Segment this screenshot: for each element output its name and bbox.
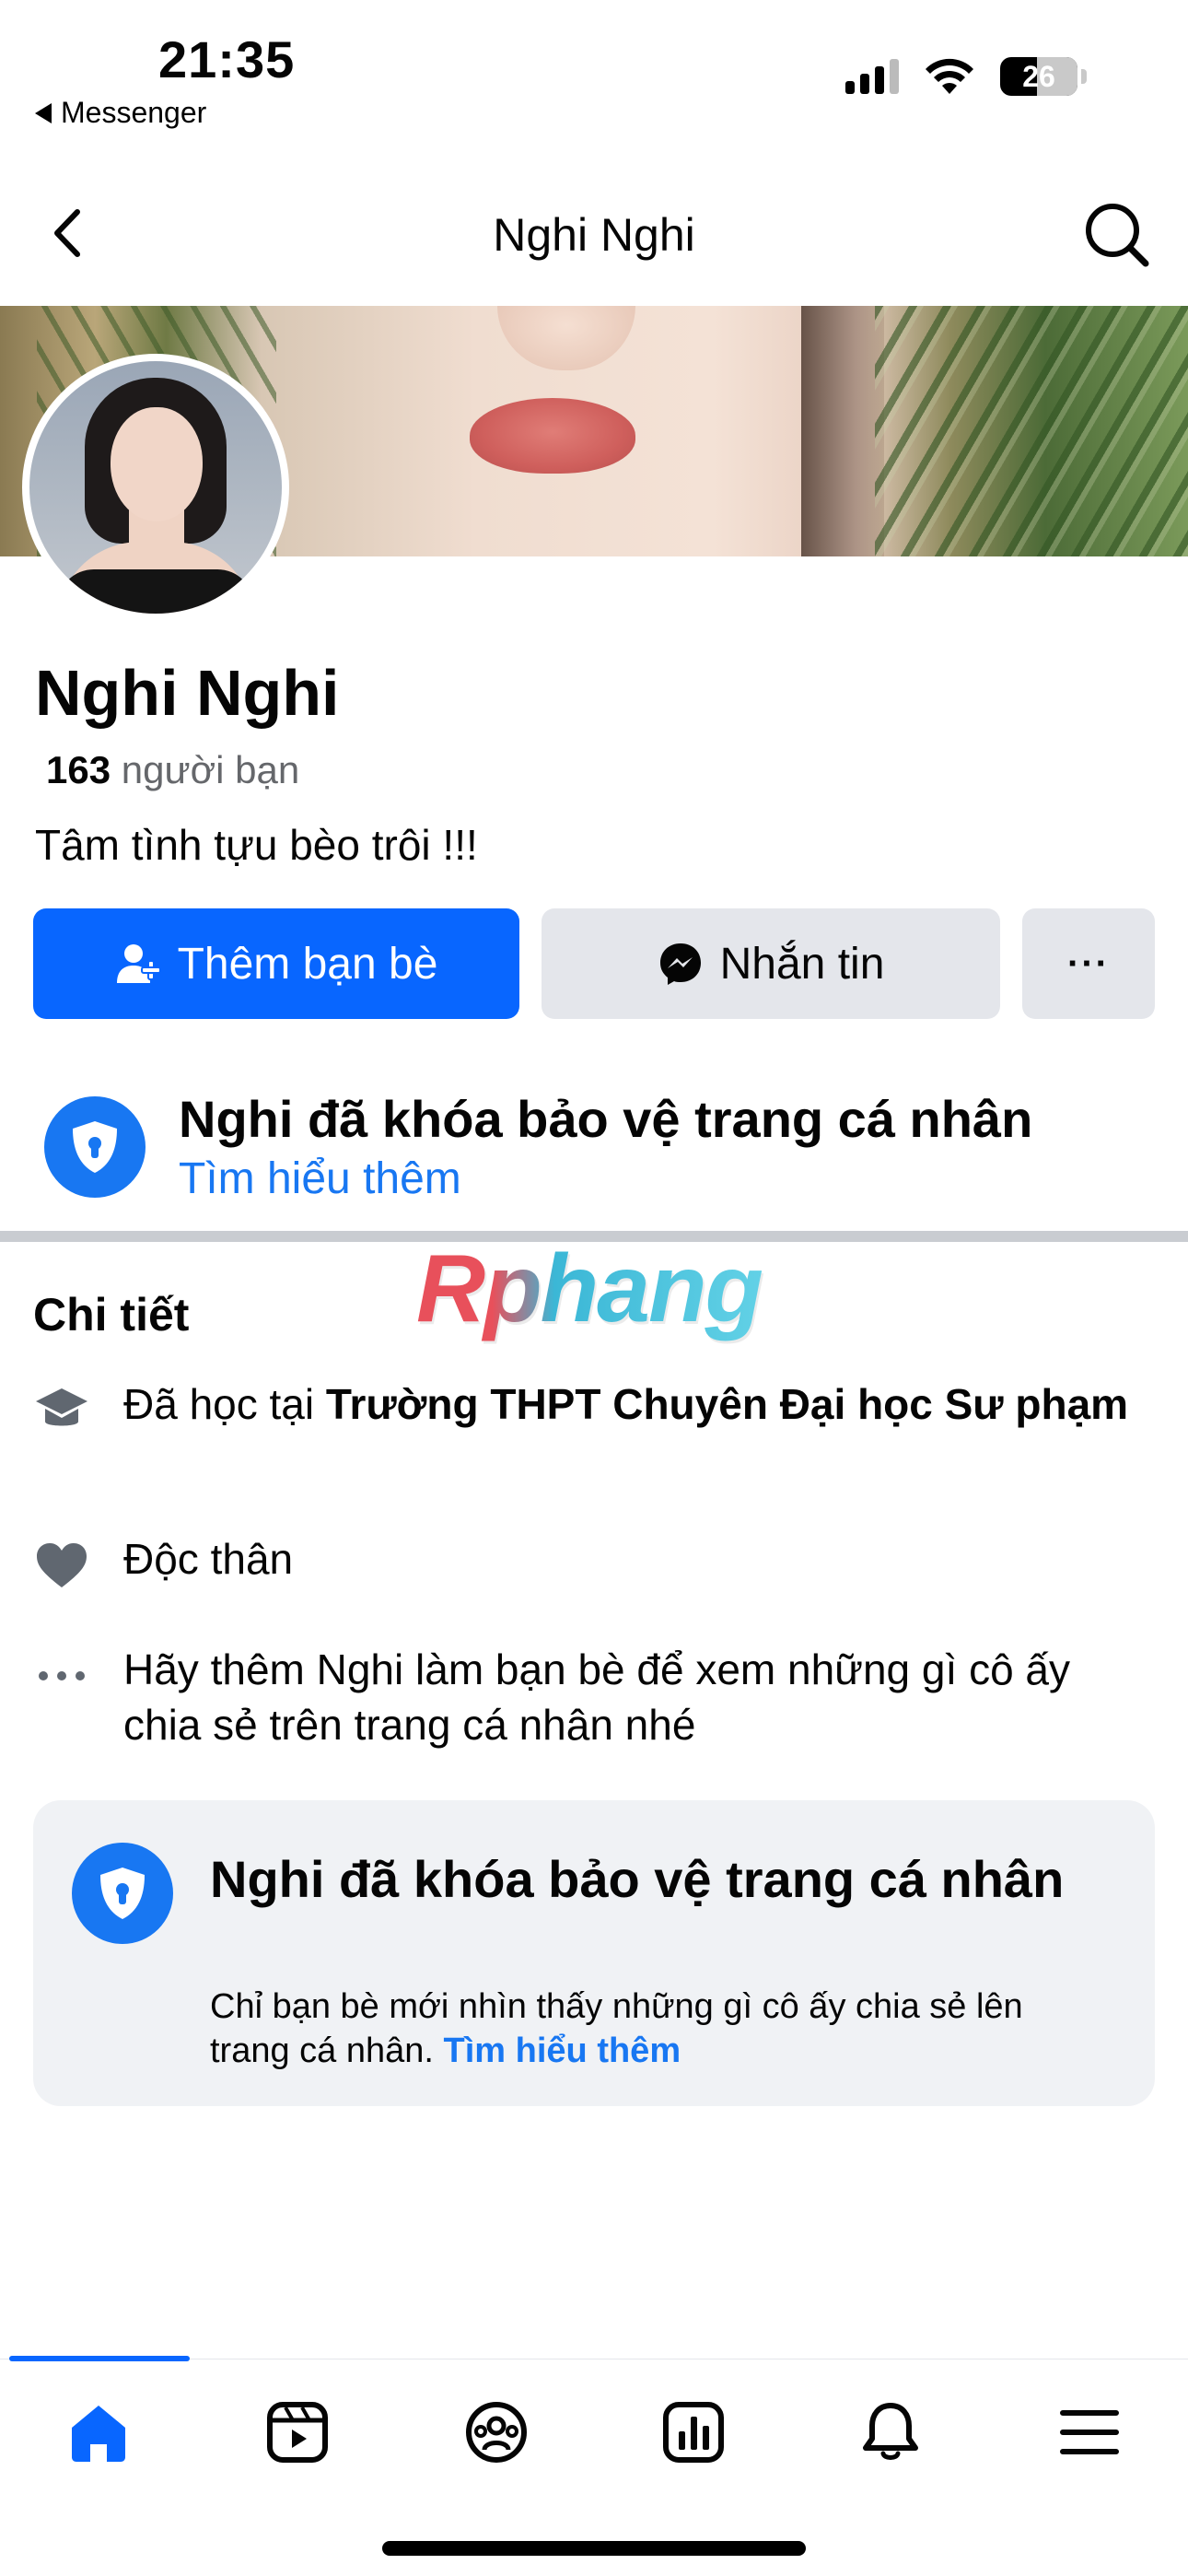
add-friend-label: Thêm bạn bè: [177, 939, 438, 989]
add-friend-button[interactable]: Thêm bạn bè: [33, 908, 519, 1019]
profile-avatar[interactable]: [22, 354, 289, 621]
profile-name: Nghi Nghi: [35, 657, 340, 729]
tab-dashboard[interactable]: [652, 2391, 735, 2474]
home-indicator[interactable]: [382, 2541, 806, 2556]
learn-more-link[interactable]: Tìm hiểu thêm: [179, 1153, 461, 1204]
education-school[interactable]: Trường THPT Chuyên Đại học Sư phạm: [326, 1380, 1128, 1428]
nav-bar: Nghi Nghi: [0, 181, 1188, 291]
more-options-button[interactable]: ···: [1022, 908, 1155, 1019]
more-info-text: Hãy thêm Nghi làm bạn bè để xem những gì…: [123, 1645, 1071, 1749]
lock-card-subtitle: Chỉ bạn bè mới nhìn thấy những gì cô ấy …: [210, 1985, 1100, 2073]
watermark-logo: Rphang: [416, 1235, 763, 1342]
tab-menu[interactable]: [1048, 2391, 1131, 2474]
messenger-icon: [659, 943, 701, 985]
active-tab-indicator: [9, 2356, 190, 2361]
detail-education: Đã học tại Trường THPT Chuyên Đại học Sư…: [33, 1376, 1157, 1496]
lock-banner-title: Nghi đã khóa bảo vệ trang cá nhân: [179, 1090, 1033, 1148]
bottom-tab-bar: [0, 2356, 1188, 2506]
shield-lock-icon: [44, 1096, 146, 1198]
tab-home[interactable]: [57, 2391, 140, 2474]
tab-notifications[interactable]: [849, 2391, 932, 2474]
battery-level: 26: [1022, 59, 1055, 93]
wifi-icon: [926, 58, 973, 94]
groups-icon: [466, 2402, 527, 2463]
more-icon: ···: [1067, 943, 1110, 984]
profile-bio: Tâm tình tựu bèo trôi !!!: [35, 821, 478, 869]
bell-icon: [863, 2403, 918, 2460]
status-time: 21:35: [158, 30, 296, 88]
battery-icon: 26: [1000, 57, 1077, 96]
status-bar: 21:35 Messenger 26: [0, 0, 1188, 147]
search-icon[interactable]: [1081, 199, 1151, 269]
back-app-label: Messenger: [61, 96, 207, 129]
message-label: Nhắn tin: [719, 939, 885, 989]
friends-count-label: người bạn: [121, 748, 300, 791]
profile-lock-banner: Nghi đã khóa bảo vệ trang cá nhân Tìm hi…: [33, 1078, 1157, 1203]
friends-count[interactable]: 163 người bạn: [46, 748, 299, 792]
friends-count-number: 163: [46, 748, 111, 791]
video-icon: [267, 2402, 328, 2463]
graduation-cap-icon: [33, 1382, 90, 1439]
relationship-status: Độc thân: [123, 1535, 294, 1583]
cellular-signal-icon: [845, 59, 899, 94]
message-button[interactable]: Nhắn tin: [542, 908, 1000, 1019]
lock-card-title: Nghi đã khóa bảo vệ trang cá nhân: [210, 1850, 1065, 1908]
dashboard-icon: [663, 2402, 724, 2463]
back-triangle-icon: [35, 102, 52, 123]
lock-card-learn-more-link[interactable]: Tìm hiểu thêm: [444, 2032, 681, 2070]
tab-video[interactable]: [256, 2391, 339, 2474]
details-heading: Chi tiết: [33, 1289, 190, 1341]
education-prefix: Đã học tại: [123, 1380, 315, 1428]
add-friend-icon: [116, 944, 161, 983]
detail-more-info: Hãy thêm Nghi làm bạn bè để xem những gì…: [33, 1642, 1157, 1762]
home-icon: [72, 2406, 125, 2462]
status-icons: 26: [845, 57, 1087, 96]
back-to-app-link[interactable]: Messenger: [35, 96, 206, 130]
profile-lock-card: Nghi đã khóa bảo vệ trang cá nhân Chỉ bạ…: [33, 1800, 1155, 2106]
shield-lock-icon: [72, 1843, 173, 1944]
heart-icon: [33, 1537, 90, 1594]
page-title: Nghi Nghi: [493, 209, 695, 261]
menu-icon: [1060, 2410, 1119, 2454]
more-dots-icon: [33, 1647, 90, 1704]
tab-groups[interactable]: [455, 2391, 538, 2474]
detail-relationship: Độc thân: [33, 1531, 1157, 1596]
